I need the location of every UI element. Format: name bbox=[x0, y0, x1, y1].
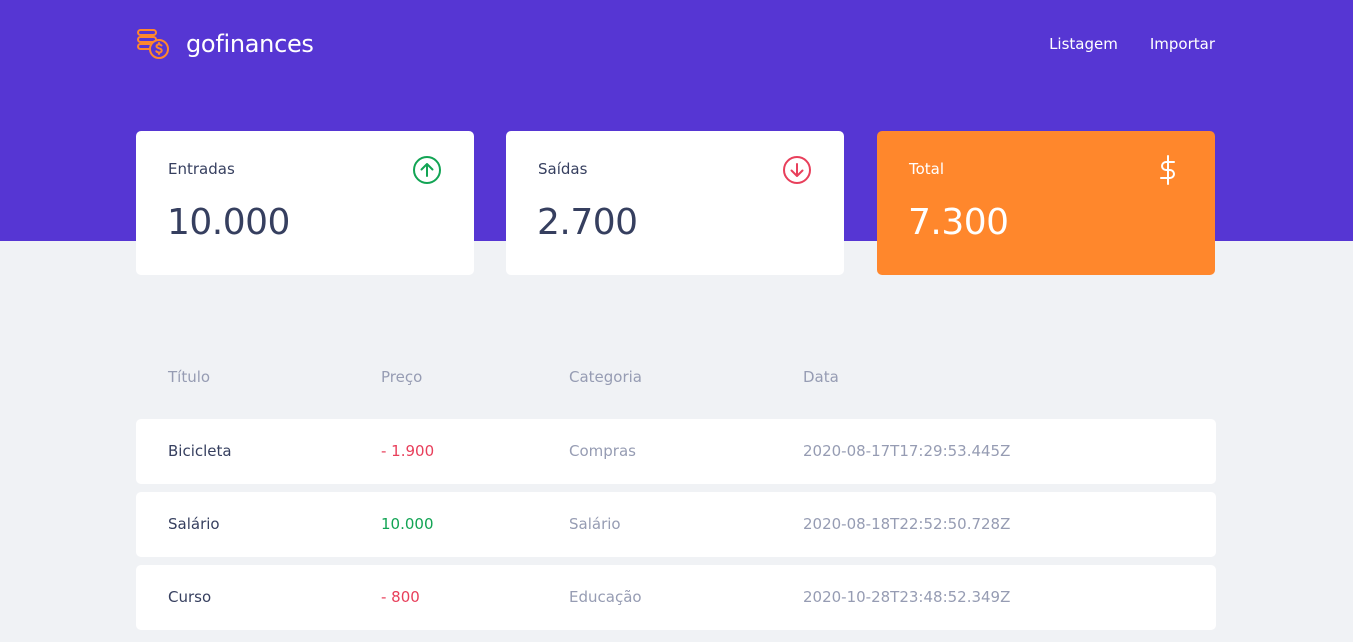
row-category: Educação bbox=[569, 588, 642, 606]
nav-link-listagem[interactable]: Listagem bbox=[1049, 35, 1118, 53]
outcome-card-label: Saídas bbox=[538, 160, 588, 178]
row-title: Salário bbox=[168, 515, 220, 533]
total-card-label: Total bbox=[909, 160, 945, 178]
nav-link-importar[interactable]: Importar bbox=[1150, 35, 1215, 53]
column-header-date[interactable]: Data bbox=[803, 368, 839, 386]
outcome-card-value: 2.700 bbox=[537, 202, 638, 243]
row-price: - 800 bbox=[381, 588, 420, 606]
row-date: 2020-10-28T23:48:52.349Z bbox=[803, 588, 1011, 606]
table-row[interactable]: Salário 10.000 Salário 2020-08-18T22:52:… bbox=[136, 492, 1216, 557]
arrow-down-circle-icon bbox=[783, 156, 811, 184]
row-price: 10.000 bbox=[381, 515, 434, 533]
main-nav: Listagem Importar bbox=[1049, 35, 1215, 53]
brand-logo[interactable]: gofinances bbox=[136, 27, 314, 61]
row-title: Curso bbox=[168, 588, 212, 606]
total-card-value: 7.300 bbox=[908, 202, 1009, 243]
row-date: 2020-08-18T22:52:50.728Z bbox=[803, 515, 1011, 533]
brand-name: gofinances bbox=[186, 30, 314, 58]
column-header-category[interactable]: Categoria bbox=[569, 368, 642, 386]
income-card: Entradas 10.000 bbox=[136, 131, 474, 275]
table-row[interactable]: Curso - 800 Educação 2020-10-28T23:48:52… bbox=[136, 565, 1216, 630]
outcome-card: Saídas 2.700 bbox=[506, 131, 844, 275]
income-card-value: 10.000 bbox=[167, 202, 290, 243]
total-card: Total 7.300 bbox=[877, 131, 1215, 275]
row-price: - 1.900 bbox=[381, 442, 435, 460]
table-row[interactable]: Bicicleta - 1.900 Compras 2020-08-17T17:… bbox=[136, 419, 1216, 484]
arrow-up-circle-icon bbox=[413, 156, 441, 184]
coins-dollar-icon bbox=[137, 29, 169, 59]
column-header-price[interactable]: Preço bbox=[381, 368, 422, 386]
table-header: Título Preço Categoria Data bbox=[136, 368, 1216, 390]
income-card-label: Entradas bbox=[168, 160, 235, 178]
dollar-sign-icon bbox=[1160, 155, 1175, 185]
row-category: Compras bbox=[569, 442, 636, 460]
row-date: 2020-08-17T17:29:53.445Z bbox=[803, 442, 1011, 460]
row-category: Salário bbox=[569, 515, 621, 533]
row-title: Bicicleta bbox=[168, 442, 232, 460]
column-header-title[interactable]: Título bbox=[168, 368, 210, 386]
